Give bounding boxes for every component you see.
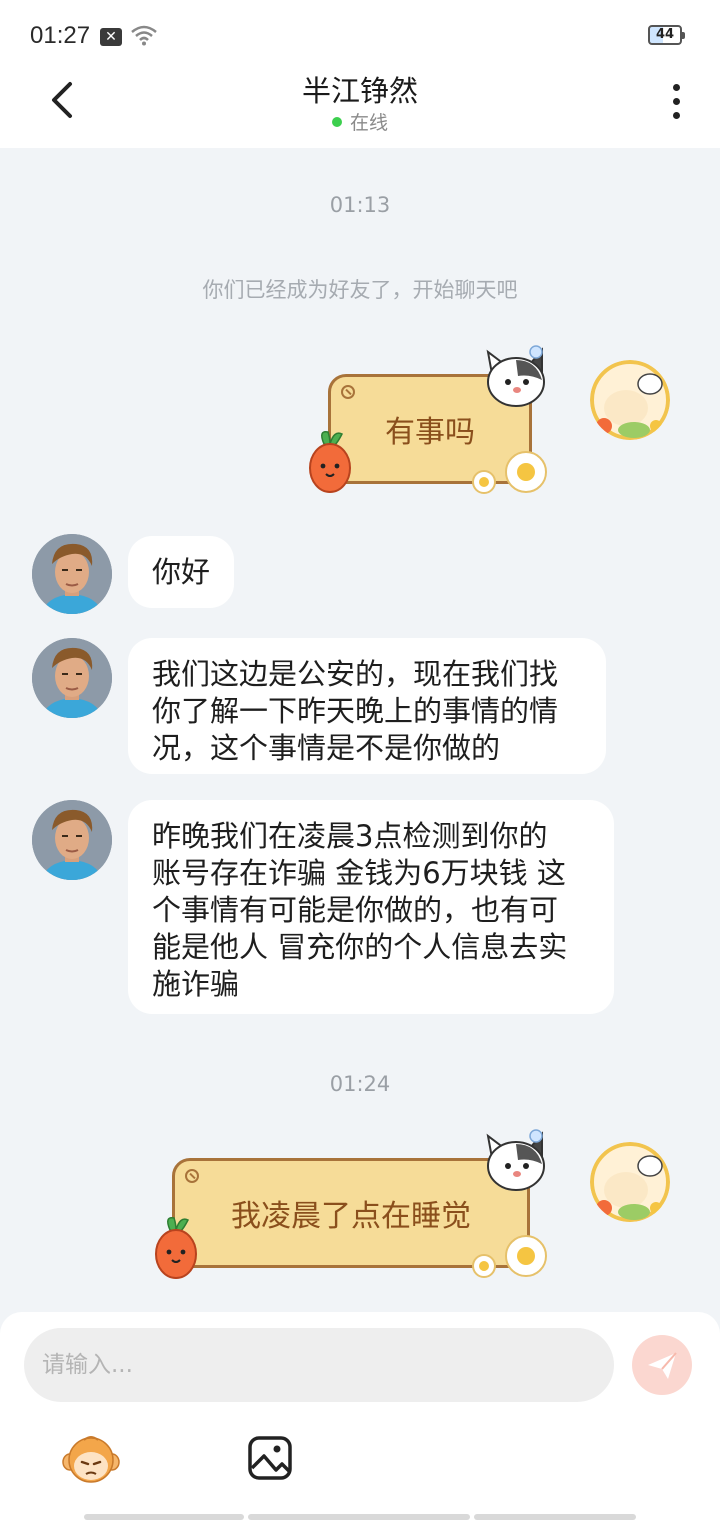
sticker-message[interactable]: 我凌晨了点在睡觉 xyxy=(146,1124,560,1294)
carrot-sticker-icon xyxy=(309,431,351,493)
avatar[interactable] xyxy=(590,360,670,440)
message-line: 施诈骗 xyxy=(152,967,240,1001)
message-line: 账号存在诈骗 金钱为6万块钱 这 xyxy=(152,856,566,890)
avatar[interactable] xyxy=(590,1142,670,1222)
online-status: 在线 xyxy=(0,108,720,135)
avatar[interactable] xyxy=(32,534,112,614)
message-bubble[interactable]: 昨晚我们在凌晨3点检测到你的 账号存在诈骗 金钱为6万块钱 这 个事情有可能是你… xyxy=(128,800,614,1014)
sticker-text: 有事吗 xyxy=(385,415,475,450)
sticker-message[interactable]: 有事吗 xyxy=(300,340,560,510)
image-icon[interactable] xyxy=(246,1434,294,1482)
status-time: 01:27 xyxy=(30,22,91,49)
wifi-icon xyxy=(131,25,157,46)
cat-sticker-icon xyxy=(486,345,545,407)
message-line: 能是他人 冒充你的个人信息去实 xyxy=(152,930,568,964)
message-text: 你好 xyxy=(152,555,211,589)
more-vertical-icon[interactable] xyxy=(660,80,692,124)
chat-title: 半江铮然 xyxy=(301,74,418,108)
sticker-text: 我凌晨了点在睡觉 xyxy=(231,1199,471,1234)
battery-indicator: 44 xyxy=(648,25,685,45)
message-input[interactable] xyxy=(24,1328,614,1402)
timestamp: 01:24 xyxy=(329,1072,391,1096)
nav-bar-segment xyxy=(84,1514,244,1520)
send-icon xyxy=(648,1352,677,1379)
timestamp: 01:13 xyxy=(329,193,391,217)
online-status-label: 在线 xyxy=(349,112,388,134)
online-dot-icon xyxy=(331,117,342,127)
message-line: 况，这个事情是不是你做的 xyxy=(152,731,501,765)
nav-bar-segment xyxy=(248,1514,470,1520)
avatar[interactable] xyxy=(32,800,112,880)
egg-sticker-icon xyxy=(472,451,547,494)
message-bubble[interactable]: 你好 xyxy=(128,536,234,608)
system-message: 你们已经成为好友了，开始聊天吧 xyxy=(202,278,518,302)
top-bar: 01:27 ✕ 44 半江铮然 在线 xyxy=(0,0,720,148)
message-line: 我们这边是公安的，现在我们找 xyxy=(152,657,559,691)
message-line: 昨晚我们在凌晨3点检测到你的 xyxy=(152,819,548,853)
message-line: 个事情有可能是你做的，也有可 xyxy=(152,893,559,927)
send-button[interactable] xyxy=(632,1335,692,1395)
emoji-monkey-icon[interactable] xyxy=(62,1432,120,1486)
egg-sticker-icon xyxy=(472,1235,547,1278)
avatar[interactable] xyxy=(32,638,112,718)
message-bubble[interactable]: 我们这边是公安的，现在我们找 你了解一下昨天晚上的事情的情 况，这个事情是不是你… xyxy=(128,638,606,774)
notification-x-icon: ✕ xyxy=(100,28,122,46)
message-line: 你了解一下昨天晚上的事情的情 xyxy=(152,694,559,728)
carrot-sticker-icon xyxy=(155,1217,197,1279)
nav-bar-segment xyxy=(474,1514,636,1520)
cat-sticker-icon xyxy=(486,1129,545,1191)
